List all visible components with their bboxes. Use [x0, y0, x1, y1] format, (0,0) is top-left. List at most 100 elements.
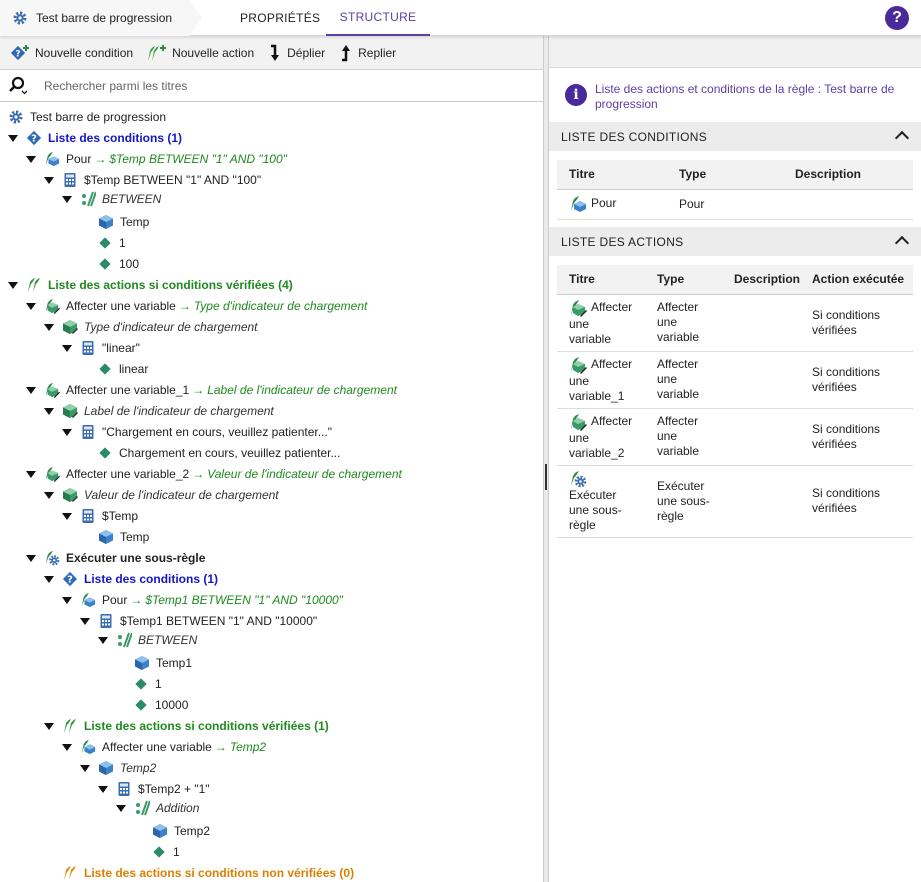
info-message: i Liste des actions et conditions de la … [565, 82, 915, 112]
tree-item[interactable]: Temp [98, 526, 149, 547]
diamond-icon [153, 845, 165, 858]
tree-item[interactable]: $Temp [62, 505, 138, 526]
collapse-toggle[interactable] [62, 343, 72, 353]
column-header[interactable]: Titre [557, 265, 645, 295]
tree-item[interactable]: "linear" [62, 337, 140, 358]
double-leaf-icon [26, 277, 42, 293]
tree-condition-list[interactable]: Liste des conditions (1) [8, 127, 182, 148]
collapse-toggle[interactable] [80, 763, 90, 773]
tree-item[interactable]: Affecter une variable → Temp2 [62, 736, 266, 757]
collapse-toggle[interactable] [116, 803, 126, 813]
collapse-toggle[interactable] [26, 553, 36, 563]
diamond-icon [99, 236, 111, 249]
collapse-toggle[interactable] [44, 322, 54, 332]
conditions-section-header[interactable]: LISTE DES CONDITIONS [549, 122, 921, 151]
table-row[interactable]: Affecter une variable_2 Affecter une var… [557, 408, 913, 466]
collapse-toggle[interactable] [62, 742, 72, 752]
collapse-toggle[interactable] [26, 154, 36, 164]
chevron-up-icon[interactable] [894, 235, 910, 251]
tree-item[interactable]: Label de l'indicateur de chargement [44, 400, 274, 421]
collapse-toggle[interactable] [98, 635, 108, 645]
tree-action-list[interactable]: Liste des actions si conditions vérifiée… [8, 274, 293, 295]
new-condition-button[interactable]: ? Nouvelle condition [10, 44, 133, 62]
collapse-toggle[interactable] [44, 406, 54, 416]
splitter-grip-icon[interactable] [545, 464, 547, 490]
collapse-toggle[interactable] [62, 511, 72, 521]
tree-item[interactable]: Affecter une variable → Type d'indicateur … [26, 295, 367, 316]
collapse-toggle[interactable] [62, 194, 72, 204]
tree-item[interactable]: Exécuter une sous-règle [26, 547, 205, 568]
tree-item[interactable]: Valeur de l'indicateur de chargement [44, 484, 279, 505]
gear-icon [8, 109, 24, 125]
tree-item[interactable]: $Temp2 + "1" [98, 778, 210, 799]
tree-item[interactable]: Temp2 [152, 820, 210, 841]
search-icon[interactable] [8, 76, 28, 96]
expand-button[interactable]: Déplier [268, 44, 325, 62]
tree-item[interactable]: $Temp1 BETWEEN "1" AND "10000" [80, 610, 317, 631]
collapse-toggle[interactable] [80, 616, 90, 626]
collapse-toggle[interactable] [26, 301, 36, 311]
function-icon [116, 632, 132, 648]
collapse-toggle[interactable] [44, 175, 54, 185]
chevron-up-icon[interactable] [894, 130, 910, 146]
tree-item[interactable]: "Chargement en cours, veuillez patienter… [62, 421, 332, 442]
column-header[interactable]: Action exécutée [808, 265, 913, 295]
collapse-toggle[interactable] [44, 574, 54, 584]
tree-item[interactable]: BETWEEN [62, 188, 161, 209]
calculator-icon [80, 508, 96, 524]
tree-item[interactable]: BETWEEN [98, 629, 197, 650]
tree-item[interactable]: Pour → $Temp1 BETWEEN "1" AND "10000" [62, 589, 343, 610]
table-row[interactable]: Affecter une variable_1 Affecter une var… [557, 351, 913, 409]
tree-item[interactable]: Temp [98, 211, 149, 232]
collapse-toggle[interactable] [8, 280, 18, 290]
tree-item[interactable]: 1 [98, 232, 126, 253]
collapse-toggle[interactable] [62, 595, 72, 605]
column-header[interactable]: Type [667, 160, 783, 190]
tree-root[interactable]: Test barre de progression [8, 106, 166, 127]
help-icon[interactable]: ? [885, 6, 909, 30]
summary-header [549, 36, 921, 68]
search-input[interactable] [44, 78, 494, 93]
actions-section-header[interactable]: LISTE DES ACTIONS [549, 227, 921, 256]
collapse-button[interactable]: Replier [339, 44, 396, 62]
structure-pane: ? Nouvelle condition Nouvelle action Dép… [0, 36, 543, 882]
tree-item[interactable]: Pour → $Temp BETWEEN "1" AND "100" [26, 148, 287, 169]
tree-item[interactable]: Affecter une variable_1 → Label de l'indic… [26, 379, 397, 400]
tree-item[interactable]: 1 [134, 673, 162, 694]
collapse-toggle[interactable] [44, 721, 54, 731]
tree-action-list[interactable]: Liste des actions si conditions vérifiée… [44, 715, 329, 736]
tree-item[interactable]: 10000 [134, 694, 188, 715]
table-row[interactable]: Exécuter une sous-règle Exécuter une sou… [557, 465, 913, 538]
column-header[interactable]: Type [645, 265, 722, 295]
tab-properties[interactable]: PROPRIÉTÉS [240, 0, 320, 36]
table-row[interactable]: Pour Pour [557, 189, 913, 220]
tree-action-list-else[interactable]: Liste des actions si conditions non véri… [62, 862, 354, 882]
tab-structure[interactable]: STRUCTURE [326, 0, 430, 36]
breadcrumb[interactable]: Test barre de progression [0, 0, 202, 36]
tree-item[interactable]: Temp1 [134, 652, 192, 673]
column-header[interactable]: Description [722, 265, 809, 295]
column-header[interactable]: Titre [557, 160, 667, 190]
tree-item[interactable]: 1 [152, 841, 180, 862]
column-header[interactable]: Description [783, 160, 913, 190]
collapse-toggle[interactable] [44, 490, 54, 500]
tree-condition-list[interactable]: Liste des conditions (1) [44, 568, 218, 589]
collapse-toggle[interactable] [26, 469, 36, 479]
tree-item[interactable]: Chargement en cours, veuillez patienter.… [98, 442, 340, 463]
tree-item[interactable]: Temp2 [80, 757, 156, 778]
tree-item[interactable]: linear [98, 358, 148, 379]
tree-item[interactable]: Affecter une variable_2 → Valeur de l'indi… [26, 463, 402, 484]
collapse-toggle[interactable] [62, 427, 72, 437]
search-bar [0, 70, 543, 102]
tree-item[interactable]: Type d'indicateur de chargement [44, 316, 258, 337]
collapse-toggle[interactable] [8, 133, 18, 143]
collapse-arrow-icon [342, 44, 351, 61]
tree-item[interactable]: $Temp BETWEEN "1" AND "100" [44, 169, 261, 190]
table-row[interactable]: Affecter une variable Affecter une varia… [557, 294, 913, 352]
tree-item[interactable]: Addition [116, 797, 199, 818]
collapse-toggle[interactable] [98, 784, 108, 794]
expand-label: Déplier [287, 45, 326, 60]
tree-item[interactable]: 100 [98, 253, 139, 274]
new-action-button[interactable]: Nouvelle action [147, 44, 254, 62]
collapse-toggle[interactable] [26, 385, 36, 395]
